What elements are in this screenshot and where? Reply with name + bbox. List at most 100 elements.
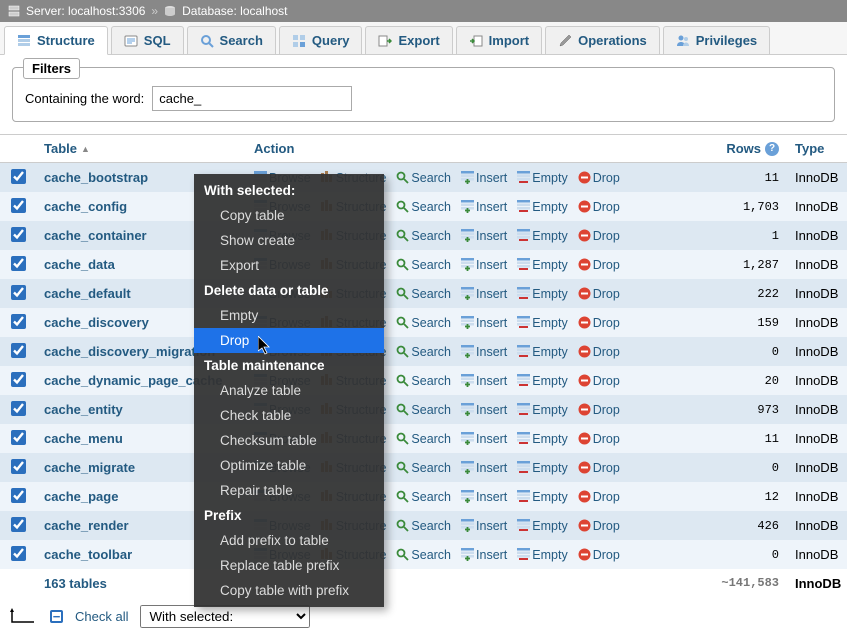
action-empty[interactable]: Empty	[517, 200, 567, 214]
action-drop[interactable]: Drop	[578, 316, 620, 330]
help-icon[interactable]: ?	[765, 142, 779, 156]
action-search[interactable]: Search	[396, 287, 451, 301]
tab-structure[interactable]: Structure	[4, 26, 108, 55]
col-header-rows[interactable]: Rows ?	[707, 135, 787, 162]
action-drop[interactable]: Drop	[578, 548, 620, 562]
action-drop[interactable]: Drop	[578, 258, 620, 272]
tab-search[interactable]: Search	[187, 26, 276, 54]
action-drop[interactable]: Drop	[578, 171, 620, 185]
action-empty[interactable]: Empty	[517, 258, 567, 272]
action-insert[interactable]: Insert	[461, 548, 507, 562]
action-insert[interactable]: Insert	[461, 403, 507, 417]
action-search[interactable]: Search	[396, 171, 451, 185]
col-header-type[interactable]: Type	[787, 135, 847, 162]
action-insert[interactable]: Insert	[461, 490, 507, 504]
action-empty[interactable]: Empty	[517, 461, 567, 475]
row-checkbox[interactable]	[11, 517, 26, 532]
context-menu-item[interactable]: Repair table	[194, 478, 384, 503]
action-empty[interactable]: Empty	[517, 548, 567, 562]
check-all-link[interactable]: Check all	[75, 609, 128, 624]
action-drop[interactable]: Drop	[578, 200, 620, 214]
action-insert[interactable]: Insert	[461, 200, 507, 214]
action-search[interactable]: Search	[396, 490, 451, 504]
row-checkbox[interactable]	[11, 459, 26, 474]
action-drop[interactable]: Drop	[578, 461, 620, 475]
action-search[interactable]: Search	[396, 229, 451, 243]
context-menu-item[interactable]: Show create	[194, 228, 384, 253]
action-empty[interactable]: Empty	[517, 432, 567, 446]
context-menu-item[interactable]: Check table	[194, 403, 384, 428]
tab-operations[interactable]: Operations	[545, 26, 660, 54]
context-menu-item[interactable]: Analyze table	[194, 378, 384, 403]
context-menu-item[interactable]: Copy table with prefix	[194, 578, 384, 603]
action-insert[interactable]: Insert	[461, 519, 507, 533]
row-checkbox[interactable]	[11, 488, 26, 503]
action-drop[interactable]: Drop	[578, 432, 620, 446]
row-checkbox[interactable]	[11, 430, 26, 445]
context-menu-item[interactable]: Checksum table	[194, 428, 384, 453]
action-search[interactable]: Search	[396, 432, 451, 446]
row-checkbox[interactable]	[11, 227, 26, 242]
action-search[interactable]: Search	[396, 316, 451, 330]
action-empty[interactable]: Empty	[517, 374, 567, 388]
tab-privileges[interactable]: Privileges	[663, 26, 770, 54]
action-search[interactable]: Search	[396, 461, 451, 475]
action-drop[interactable]: Drop	[578, 403, 620, 417]
row-checkbox[interactable]	[11, 343, 26, 358]
with-selected-dropdown[interactable]: With selected:	[140, 605, 310, 628]
action-drop[interactable]: Drop	[578, 490, 620, 504]
col-header-table[interactable]: Table ▲	[36, 135, 246, 162]
tab-export[interactable]: Export	[365, 26, 452, 54]
context-menu-item[interactable]: Optimize table	[194, 453, 384, 478]
action-insert[interactable]: Insert	[461, 345, 507, 359]
context-menu-item[interactable]: Drop	[194, 328, 384, 353]
row-checkbox[interactable]	[11, 256, 26, 271]
action-search[interactable]: Search	[396, 200, 451, 214]
row-checkbox[interactable]	[11, 401, 26, 416]
action-empty[interactable]: Empty	[517, 519, 567, 533]
action-insert[interactable]: Insert	[461, 171, 507, 185]
action-search[interactable]: Search	[396, 258, 451, 272]
context-menu-item[interactable]: Empty	[194, 303, 384, 328]
action-empty[interactable]: Empty	[517, 490, 567, 504]
filter-input[interactable]	[152, 86, 352, 111]
action-search[interactable]: Search	[396, 403, 451, 417]
action-search[interactable]: Search	[396, 345, 451, 359]
action-empty[interactable]: Empty	[517, 403, 567, 417]
action-insert[interactable]: Insert	[461, 287, 507, 301]
action-insert[interactable]: Insert	[461, 461, 507, 475]
action-empty[interactable]: Empty	[517, 229, 567, 243]
action-empty[interactable]: Empty	[517, 316, 567, 330]
action-insert[interactable]: Insert	[461, 432, 507, 446]
action-empty[interactable]: Empty	[517, 287, 567, 301]
action-insert[interactable]: Insert	[461, 316, 507, 330]
row-checkbox[interactable]	[11, 169, 26, 184]
action-empty[interactable]: Empty	[517, 171, 567, 185]
row-checkbox[interactable]	[11, 546, 26, 561]
action-drop[interactable]: Drop	[578, 345, 620, 359]
uncheck-all-icon[interactable]: −	[50, 610, 63, 623]
tab-query[interactable]: Query	[279, 26, 363, 54]
action-drop[interactable]: Drop	[578, 229, 620, 243]
context-menu-item[interactable]: Export	[194, 253, 384, 278]
row-checkbox[interactable]	[11, 198, 26, 213]
context-menu-item[interactable]: Replace table prefix	[194, 553, 384, 578]
action-search[interactable]: Search	[396, 548, 451, 562]
action-search[interactable]: Search	[396, 374, 451, 388]
action-drop[interactable]: Drop	[578, 287, 620, 301]
row-checkbox[interactable]	[11, 314, 26, 329]
context-menu-item[interactable]: Copy table	[194, 203, 384, 228]
action-insert[interactable]: Insert	[461, 258, 507, 272]
tab-sql[interactable]: SQL	[111, 26, 184, 54]
action-drop[interactable]: Drop	[578, 519, 620, 533]
tab-import[interactable]: Import	[456, 26, 542, 54]
row-checkbox[interactable]	[11, 372, 26, 387]
row-checkbox[interactable]	[11, 285, 26, 300]
action-drop[interactable]: Drop	[578, 374, 620, 388]
action-insert[interactable]: Insert	[461, 229, 507, 243]
breadcrumb-database[interactable]: Database: localhost	[182, 4, 287, 18]
context-menu-item[interactable]: Add prefix to table	[194, 528, 384, 553]
breadcrumb-server[interactable]: Server: localhost:3306	[26, 4, 145, 18]
action-insert[interactable]: Insert	[461, 374, 507, 388]
action-search[interactable]: Search	[396, 519, 451, 533]
